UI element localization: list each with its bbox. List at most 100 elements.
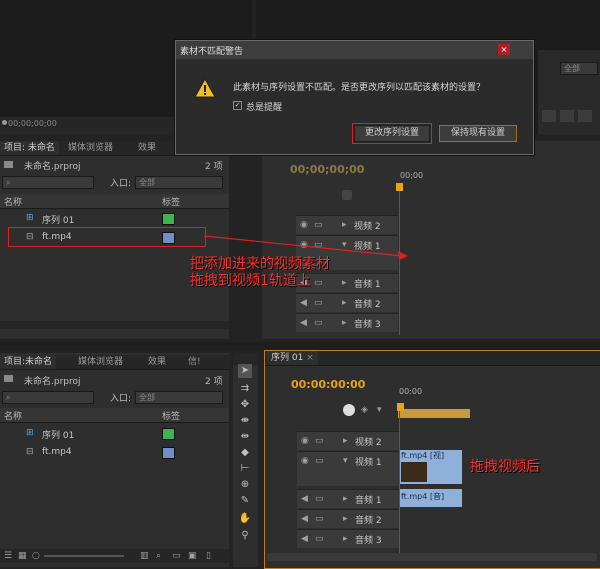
tab-media-browser-bottom[interactable]: 媒体浏览器: [74, 355, 127, 369]
mismatch-dialog: 素材不匹配警告 × 此素材与序列设置不匹配。是否更改序列以匹配该素材的设置？ ✓…: [175, 40, 534, 155]
track-label: 视频 1: [355, 458, 382, 468]
timeline-scrollbar-bottom[interactable]: [267, 553, 597, 561]
list-view-icon[interactable]: ☰: [4, 551, 12, 561]
ripple-edit-tool-icon[interactable]: ✥: [238, 398, 252, 412]
inout-select-bottom[interactable]: 全部: [135, 391, 223, 404]
close-icon[interactable]: ×: [306, 353, 314, 363]
track-audio-3-bottom: ◀ ▭ ▸ 音频 3: [297, 529, 399, 548]
project-tabs-bottom: 项目:未命名 媒体浏览器 效果 信!: [0, 355, 229, 370]
rolling-edit-tool-icon[interactable]: ⇼: [238, 414, 252, 428]
pen-tool-icon[interactable]: ✎: [238, 494, 252, 508]
sequence-icon: ⊞: [26, 428, 34, 438]
icon-view-icon[interactable]: ▦: [18, 551, 27, 561]
find-icon[interactable]: ⌕: [156, 551, 161, 561]
list-item[interactable]: ⊞ 序列 01: [0, 425, 229, 441]
item-name: 序列 01: [42, 431, 75, 441]
zoom-slider-track[interactable]: [44, 555, 124, 557]
label-swatch: [162, 428, 175, 440]
playhead-marker-bottom[interactable]: [397, 403, 404, 411]
track-audio-1-bottom: ◀ ▭ ▸ 音频 1: [297, 489, 399, 508]
col-label-bottom[interactable]: 标签: [162, 409, 180, 422]
column-header-bottom: 名称 标签: [0, 408, 229, 423]
snap-icon[interactable]: [343, 404, 355, 416]
list-item[interactable]: ⊟ ft.mp4: [0, 444, 229, 460]
track-label: 音频 3: [355, 536, 382, 546]
video-clip-thumbnail: [401, 462, 427, 482]
dialog-titlebar: 素材不匹配警告 ×: [176, 41, 533, 59]
panel-divider: [0, 342, 600, 350]
new-item-icon[interactable]: ▣: [188, 551, 197, 561]
project-filename-bottom: 未命名.prproj: [24, 377, 81, 387]
track-select-tool-icon[interactable]: ⇉: [238, 382, 252, 396]
expand-icon[interactable]: ▾: [343, 456, 348, 466]
eye-icon[interactable]: ◉: [301, 456, 309, 466]
tab-project-bottom[interactable]: 项目:未命名: [0, 355, 57, 369]
col-name-bottom[interactable]: 名称: [4, 409, 22, 422]
expand-icon[interactable]: ▸: [343, 514, 348, 524]
zoom-tool-icon[interactable]: ⚲: [238, 529, 252, 543]
marker-icon[interactable]: ◈: [361, 405, 368, 415]
zoom-slider[interactable]: ○: [32, 551, 40, 561]
lock-icon[interactable]: ▭: [315, 534, 324, 544]
warning-icon: [194, 78, 216, 98]
item-name: ft.mp4: [42, 447, 72, 457]
annotation-after-drag: 拖拽视频后: [470, 459, 540, 475]
lock-icon[interactable]: ▭: [315, 456, 324, 466]
annotation-drag-line1: 把添加进来的视频素材: [190, 256, 330, 272]
trash-icon[interactable]: ▯: [206, 551, 211, 561]
track-audio-2-bottom: ◀ ▭ ▸ 音频 2: [297, 509, 399, 528]
lock-icon[interactable]: ▭: [315, 436, 324, 446]
search-input-bottom[interactable]: ⌕: [2, 391, 94, 404]
slide-tool-icon[interactable]: ⊕: [238, 478, 252, 492]
tab-sequence-01[interactable]: 序列 01 ×: [267, 351, 318, 365]
lock-icon[interactable]: ▭: [315, 494, 324, 504]
inout-label-bottom: 入口:: [110, 394, 132, 404]
lock-icon[interactable]: ▭: [315, 514, 324, 524]
dialog-message: 此素材与序列设置不匹配。是否更改序列以匹配该素材的设置？: [233, 83, 486, 93]
remind-checkbox-label: 总是提醒: [246, 103, 283, 113]
slip-tool-icon[interactable]: ⊢: [238, 462, 252, 476]
expand-icon[interactable]: ▸: [343, 494, 348, 504]
bin-icon[interactable]: ▭: [172, 551, 181, 561]
selection-tool-icon[interactable]: ➤: [238, 364, 252, 378]
audio-clip[interactable]: ft.mp4 [音]: [400, 489, 462, 507]
tab-effects-bottom[interactable]: 效果: [144, 355, 170, 369]
track-video-2-bottom: ◉ ▭ ▸ 视频 2: [297, 431, 399, 450]
tab-info-bottom[interactable]: 信!: [184, 355, 205, 369]
keep-settings-button[interactable]: 保持现有设置: [439, 125, 517, 142]
expand-icon[interactable]: ▸: [343, 534, 348, 544]
track-label: 音频 2: [355, 516, 382, 526]
speaker-icon[interactable]: ◀: [301, 494, 308, 504]
track-label: 视频 2: [355, 438, 382, 448]
timeline-timecode-bottom[interactable]: 00:00:00:00: [291, 378, 365, 391]
item-count-bottom: 2 项: [205, 377, 223, 387]
eye-icon[interactable]: ◉: [301, 436, 309, 446]
settings-icon[interactable]: ▾: [377, 405, 382, 415]
work-area-bar[interactable]: [398, 409, 470, 418]
annotation-drag-line2: 拖拽到视频1轨道上: [190, 273, 311, 289]
remind-checkbox[interactable]: ✓: [233, 101, 242, 110]
folder-icon: [4, 375, 13, 382]
audio-clip-label: ft.mp4 [音]: [401, 492, 445, 501]
project-panel-bottom: 项目:未命名 媒体浏览器 效果 信! 未命名.prproj 2 项 ⌕ 入口: …: [0, 353, 229, 567]
tab-sequence-label: 序列 01: [271, 353, 304, 363]
video-clip[interactable]: ft.mp4 [视]: [400, 450, 462, 484]
project-footer-bottom: ☰ ▦ ○ ▥ ⌕ ▭ ▣ ▯: [0, 549, 229, 563]
expand-icon[interactable]: ▸: [343, 436, 348, 446]
track-video-1-bottom: ◉ ▭ ▾ 视频 1: [297, 451, 399, 486]
speaker-icon[interactable]: ◀: [301, 534, 308, 544]
playhead-bottom[interactable]: [399, 411, 400, 561]
video-clip-icon: ⊟: [26, 447, 34, 457]
hand-tool-icon[interactable]: ✋: [238, 512, 252, 526]
search-icon: ⌕: [6, 393, 11, 402]
speaker-icon[interactable]: ◀: [301, 514, 308, 524]
razor-tool-icon[interactable]: ◆: [238, 446, 252, 460]
automate-icon[interactable]: ▥: [140, 551, 149, 561]
close-icon[interactable]: ×: [498, 44, 510, 55]
timeline-tabs-bottom: 序列 01 ×: [265, 351, 600, 366]
track-label: 音频 1: [355, 496, 382, 506]
change-sequence-button[interactable]: 更改序列设置: [352, 123, 432, 144]
rate-stretch-tool-icon[interactable]: ⇹: [238, 430, 252, 444]
timeline-panel-bottom: 序列 01 × 00:00:00:00 00:00 ◈ ▾ ◉ ▭ ▸ 视频 2…: [264, 350, 600, 569]
dialog-title: 素材不匹配警告: [180, 47, 244, 57]
